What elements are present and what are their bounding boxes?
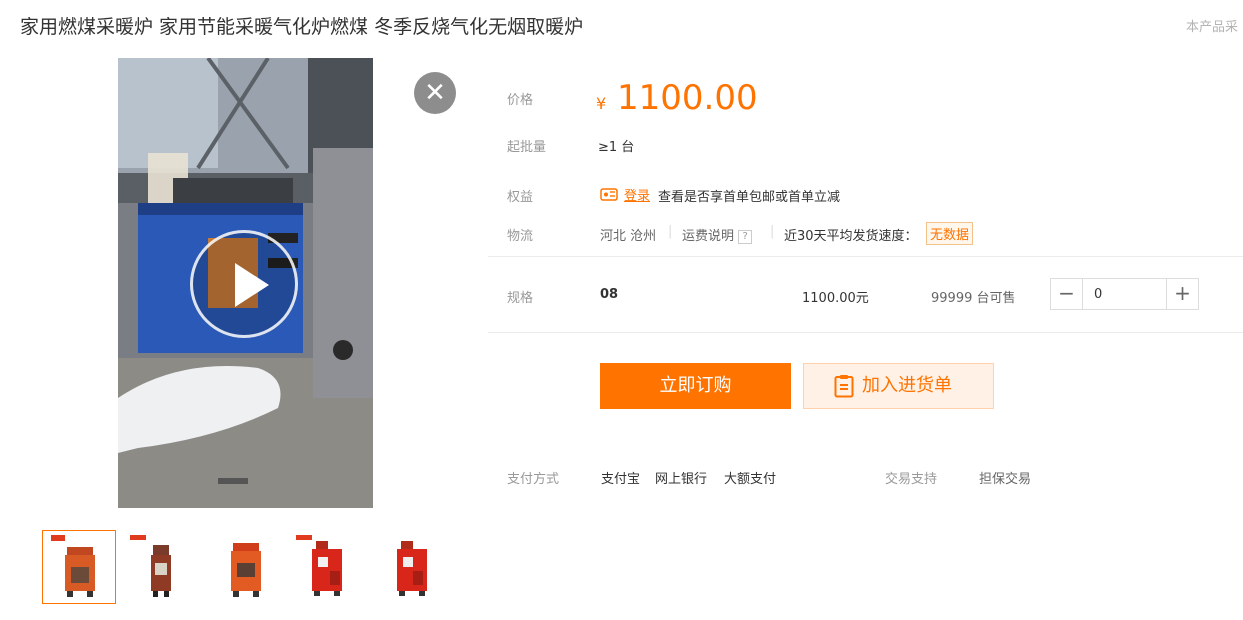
spec-label: 规格 [507,291,534,306]
product-video[interactable] [118,58,373,508]
quantity-stepper: − + [1050,278,1199,310]
coupon-icon [600,188,618,201]
price-label: 价格 [507,93,534,108]
spec-price: 1100.00元 [802,291,869,306]
add-to-cart-button[interactable]: 加入进货单 [803,363,994,409]
thumbnail-2[interactable] [125,530,199,604]
buy-now-button[interactable]: 立即订购 [600,363,791,409]
benefits-label: 权益 [507,190,534,205]
play-icon [235,263,269,307]
shipping-speed-label: 近30天平均发货速度： [784,229,918,244]
separator-2: | [770,224,775,239]
shipping-label[interactable]: 运费说明 [682,229,734,244]
shipping-speed-value: 无数据 [926,222,974,245]
quantity-input[interactable] [1084,279,1166,309]
spec-name: 08 [600,287,619,302]
increase-quantity-button[interactable]: + [1166,279,1198,309]
thumbnail-4[interactable] [291,530,365,604]
moq-value: ≥1 台 [598,140,635,155]
logistics-label: 物流 [507,229,534,244]
close-video-button[interactable]: ✕ [414,72,456,114]
clipboard-icon [834,375,854,398]
payment-method-alipay: 支付宝 [601,472,641,487]
separator-1: | [668,224,673,239]
payment-label: 支付方式 [507,472,560,487]
play-button[interactable] [190,230,298,338]
product-title: 家用燃煤采暖炉 家用节能采暖气化炉燃煤 冬季反烧气化无烟取暖炉 [20,16,584,38]
payment-method-large: 大额支付 [724,472,777,487]
divider [488,332,1243,333]
benefits-text: 查看是否享首单包邮或首单立减 [658,190,841,205]
thumbnail-3[interactable] [208,530,282,604]
help-icon[interactable]: ? [738,230,753,244]
moq-label: 起批量 [507,140,547,155]
price-value: 1100.00 [617,78,758,118]
shipping-info[interactable]: 运费说明 ? [682,225,753,244]
price-currency: ¥ [596,94,607,113]
thumbnail-1[interactable] [42,530,116,604]
spec-stock: 99999 台可售 [931,291,1016,306]
login-link[interactable]: 登录 [624,185,650,204]
divider [488,256,1243,257]
corner-note: 本产品采 [1186,20,1239,35]
logistics-origin: 河北 沧州 [600,229,657,244]
decrease-quantity-button[interactable]: − [1051,279,1083,309]
thumbnail-5[interactable] [374,530,448,604]
trade-support-value: 担保交易 [979,472,1032,487]
add-to-cart-label: 加入进货单 [862,375,952,396]
payment-method-online-bank: 网上银行 [655,472,708,487]
trade-support-label: 交易支持 [885,472,938,487]
